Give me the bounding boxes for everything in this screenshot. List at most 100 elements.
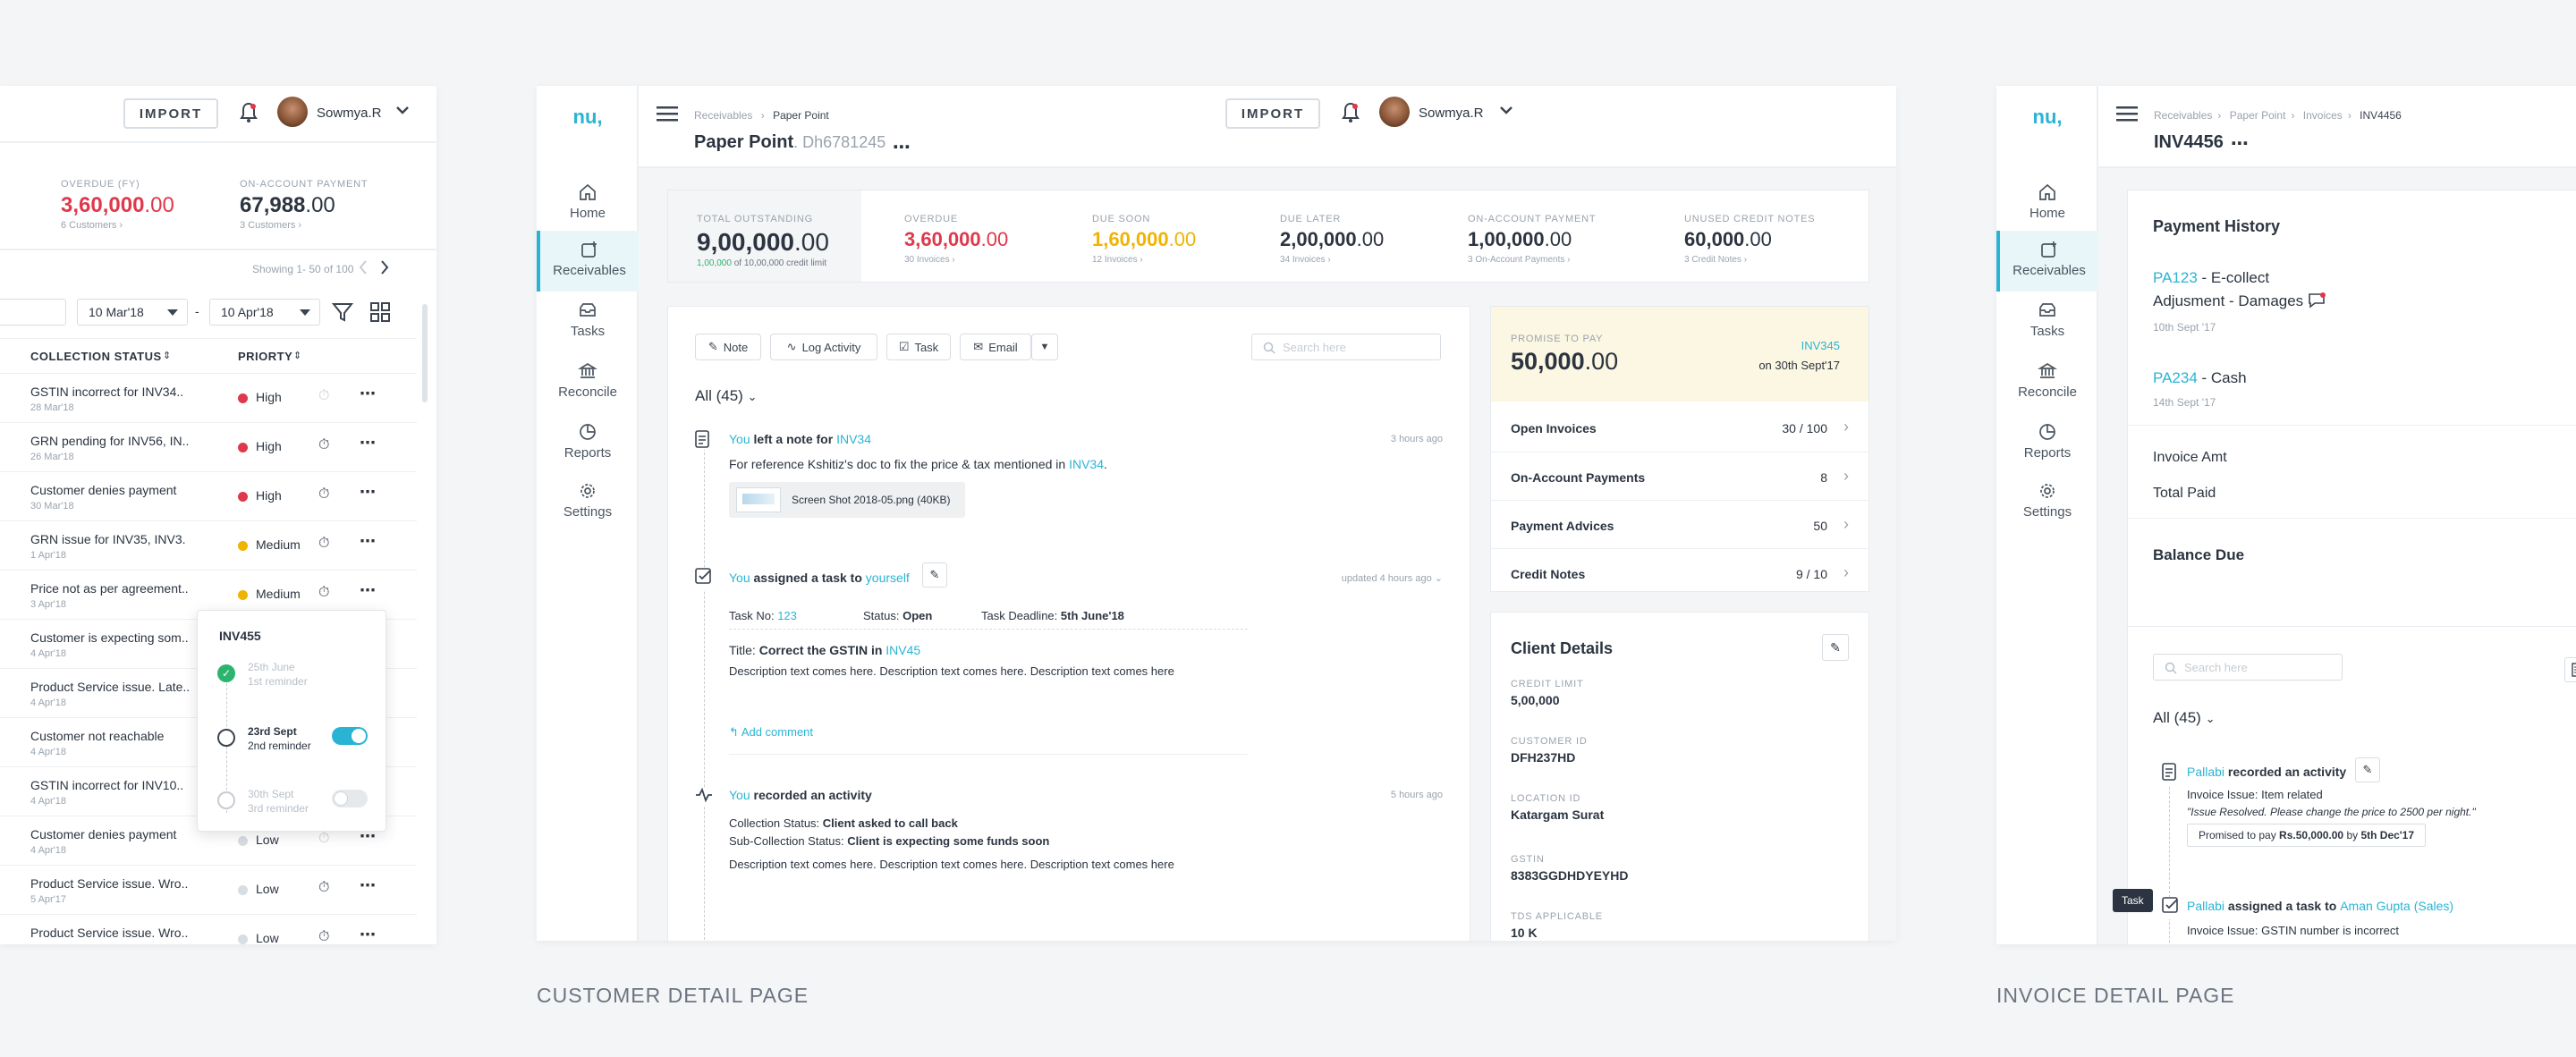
edit-client-button[interactable]: ✎ bbox=[1822, 634, 1849, 661]
stat-sub-link[interactable]: 30 Invoices › bbox=[904, 255, 1008, 265]
date-from-select[interactable]: 10 Mar'18 bbox=[77, 299, 188, 326]
row-more-icon[interactable]: ⋯ bbox=[360, 532, 376, 551]
stat-overdue[interactable]: OVERDUE 3,60,000.00 30 Invoices › bbox=[904, 214, 1008, 265]
chevron-down-icon[interactable] bbox=[1499, 104, 1513, 120]
col-collection-status[interactable]: COLLECTION STATUS bbox=[30, 350, 162, 363]
breadcrumb-invoices[interactable]: Invoices bbox=[2303, 109, 2343, 122]
stat-sub-link[interactable]: 12 Invoices › bbox=[1092, 255, 1196, 265]
sidebar-item-receivables[interactable]: Receivables bbox=[1996, 231, 2098, 292]
promise-invoice-link[interactable]: INV345 bbox=[1801, 339, 1840, 352]
sort-icon[interactable]: ⇕ bbox=[163, 350, 171, 361]
breadcrumb-invoice[interactable]: INV4456 bbox=[2360, 109, 2402, 122]
breadcrumb-receivables[interactable]: Receivables bbox=[2154, 109, 2212, 122]
add-comment-link[interactable]: ↰ Add comment bbox=[729, 725, 813, 740]
table-row[interactable]: GRN pending for INV56, IN.. 26 Mar'18 High… bbox=[0, 423, 417, 472]
breadcrumb-receivables[interactable]: Receivables bbox=[694, 109, 752, 122]
logo[interactable]: nu, bbox=[537, 106, 639, 129]
note-button[interactable]: ✎ Note bbox=[695, 334, 761, 360]
more-options-icon[interactable]: ⋯ bbox=[2231, 132, 2249, 155]
row-more-icon[interactable]: ⋯ bbox=[360, 581, 376, 600]
document-icon[interactable] bbox=[2564, 657, 2576, 682]
reminder-stopwatch-icon[interactable]: ⏱ bbox=[318, 929, 329, 944]
reminder-2-toggle[interactable] bbox=[332, 727, 368, 745]
row-more-icon[interactable]: ⋯ bbox=[360, 483, 376, 502]
user-name[interactable]: Sowmya.R bbox=[1419, 106, 1484, 121]
bell-icon[interactable] bbox=[240, 102, 258, 123]
table-row[interactable]: Product Service issue. Wro.. 5 Apr'17 Low ⏱… bbox=[0, 866, 417, 915]
reminder-stopwatch-icon[interactable]: ⏱ bbox=[318, 437, 329, 453]
date-to-select[interactable]: 10 Apr'18 bbox=[209, 299, 320, 326]
more-options-icon[interactable]: ⋯ bbox=[893, 136, 911, 158]
filter-icon[interactable] bbox=[331, 300, 354, 328]
search-input[interactable]: Search here bbox=[1251, 334, 1441, 360]
reminder-stopwatch-icon[interactable]: ⏱ bbox=[318, 880, 329, 896]
sort-icon[interactable]: ⇕ bbox=[293, 350, 301, 361]
sidebar-item-tasks[interactable]: Tasks bbox=[1996, 292, 2098, 352]
bell-icon[interactable] bbox=[1342, 102, 1360, 128]
avatar[interactable] bbox=[277, 97, 308, 127]
reminder-stopwatch-icon[interactable]: ⏱ bbox=[318, 585, 329, 601]
reminder-stopwatch-icon[interactable]: ⏱ bbox=[318, 486, 329, 503]
reminder-stopwatch-icon[interactable]: ⏱ bbox=[318, 536, 329, 552]
sidebar-item-settings[interactable]: Settings bbox=[1996, 472, 2098, 533]
sidebar-item-reports[interactable]: Reports bbox=[1996, 413, 2098, 474]
attachment-chip[interactable]: Screen Shot 2018-05.png (40KB) bbox=[729, 482, 965, 518]
logo[interactable]: nu, bbox=[1996, 106, 2098, 129]
payment-pa234-link[interactable]: PA234 bbox=[2153, 369, 2198, 386]
stat-unused-credit-notes[interactable]: UNUSED CREDIT NOTES 60,000.00 3 Credit Not… bbox=[1684, 214, 1815, 265]
stat-sub-link[interactable]: 3 Credit Notes › bbox=[1684, 255, 1815, 265]
summary-row-payment-advices[interactable]: Payment Advices 50 › bbox=[1491, 500, 1868, 548]
sidebar-item-settings[interactable]: Settings bbox=[537, 472, 639, 533]
edit-activity-button[interactable]: ✎ bbox=[2355, 757, 2380, 782]
filter-text-input[interactable] bbox=[0, 299, 66, 326]
chevron-left-icon[interactable] bbox=[358, 259, 369, 280]
log-activity-button[interactable]: ∿ Log Activity bbox=[770, 334, 877, 360]
hamburger-menu-icon[interactable] bbox=[2116, 106, 2138, 126]
col-priority[interactable]: PRIORTY bbox=[238, 350, 292, 363]
breadcrumb-paper-point[interactable]: Paper Point bbox=[773, 109, 829, 122]
sidebar-item-reconcile[interactable]: Reconcile bbox=[537, 352, 639, 413]
sidebar-item-reconcile[interactable]: Reconcile bbox=[1996, 352, 2098, 413]
email-button[interactable]: ✉ Email bbox=[960, 334, 1031, 360]
overdue-customers-link[interactable]: 6 Customers › bbox=[61, 220, 123, 231]
grid-view-icon[interactable] bbox=[369, 300, 392, 328]
user-name[interactable]: Sowmya.R bbox=[317, 106, 382, 121]
stat-sub-link[interactable]: 34 Invoices › bbox=[1280, 255, 1384, 265]
table-row[interactable]: Customer denies payment 30 Mar'18 High ⏱ ⋯ bbox=[0, 472, 417, 521]
payment-pa123-link[interactable]: PA123 bbox=[2153, 269, 2198, 286]
stat-due-later[interactable]: DUE LATER 2,00,000.00 34 Invoices › bbox=[1280, 214, 1384, 265]
avatar[interactable] bbox=[1379, 97, 1410, 127]
reminder-3-toggle[interactable] bbox=[332, 790, 368, 808]
onaccount-customers-link[interactable]: 3 Customers › bbox=[240, 220, 301, 231]
stat-due-soon[interactable]: DUE SOON 1,60,000.00 12 Invoices › bbox=[1092, 214, 1196, 265]
chevron-down-icon[interactable] bbox=[395, 104, 410, 120]
sidebar-item-reports[interactable]: Reports bbox=[537, 413, 639, 474]
table-row[interactable]: Product Service issue. Wro.. Low ⏱ ⋯ bbox=[0, 915, 417, 944]
search-input[interactable]: Search here bbox=[2153, 654, 2343, 681]
row-more-icon[interactable]: ⋯ bbox=[360, 434, 376, 452]
import-button[interactable]: IMPORT bbox=[123, 98, 218, 129]
feed-filter-dropdown[interactable]: All (45) ⌄ bbox=[695, 387, 758, 405]
stat-on-account-payment[interactable]: ON-ACCOUNT PAYMENT 1,00,000.00 3 On-Accoun… bbox=[1468, 214, 1596, 265]
table-row[interactable]: GSTIN incorrect for INV34.. 28 Mar'18 High… bbox=[0, 374, 417, 423]
hamburger-menu-icon[interactable] bbox=[657, 106, 678, 126]
sidebar-item-home[interactable]: Home bbox=[537, 173, 639, 234]
summary-row-open-invoices[interactable]: Open Invoices 30 / 100 › bbox=[1491, 403, 1868, 452]
sidebar-item-receivables[interactable]: Receivables bbox=[537, 231, 639, 292]
promise-to-pay-box[interactable]: PROMISE TO PAY 50,000.00 INV345 on 30th … bbox=[1491, 307, 1868, 402]
table-row[interactable]: GRN issue for INV35, INV3. 1 Apr'18 Medium… bbox=[0, 521, 417, 571]
email-dropdown-button[interactable]: ▼ bbox=[1031, 334, 1058, 360]
reminder-stopwatch-icon[interactable]: ⏱ bbox=[318, 831, 329, 847]
feed-filter-dropdown[interactable]: All (45) ⌄ bbox=[2153, 709, 2216, 727]
breadcrumb-paper-point[interactable]: Paper Point bbox=[2230, 109, 2286, 122]
summary-row-on-account-payments[interactable]: On-Account Payments 8 › bbox=[1491, 452, 1868, 500]
sidebar-item-tasks[interactable]: Tasks bbox=[537, 292, 639, 352]
stat-sub-link[interactable]: 3 On-Account Payments › bbox=[1468, 255, 1596, 265]
row-more-icon[interactable]: ⋯ bbox=[360, 876, 376, 895]
edit-task-button[interactable]: ✎ bbox=[922, 562, 947, 588]
row-more-icon[interactable]: ⋯ bbox=[360, 926, 376, 944]
summary-row-credit-notes[interactable]: Credit Notes 9 / 10 › bbox=[1491, 548, 1868, 596]
comment-flag-icon[interactable] bbox=[2308, 292, 2326, 313]
import-button[interactable]: IMPORT bbox=[1225, 98, 1320, 129]
reminder-stopwatch-icon[interactable]: ⏱ bbox=[318, 388, 329, 404]
